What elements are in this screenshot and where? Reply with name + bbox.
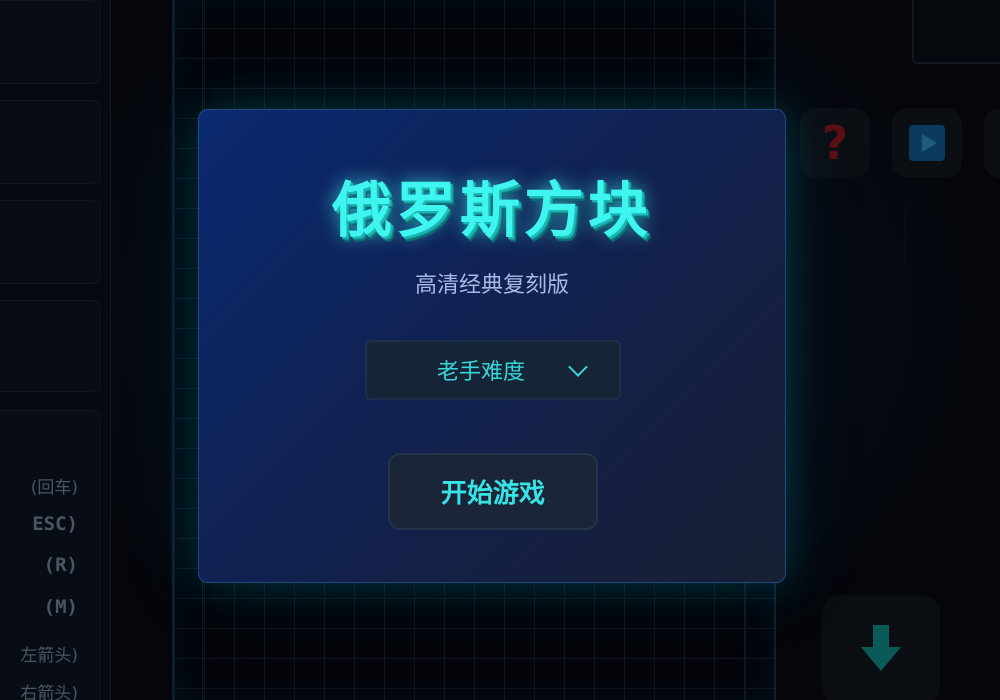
help-button[interactable]: ? bbox=[800, 108, 870, 178]
score-box bbox=[0, 0, 101, 84]
chevron-down-icon bbox=[568, 357, 588, 377]
hint-enter: (回车) bbox=[30, 478, 78, 498]
arrow-down-icon bbox=[861, 625, 901, 675]
hint-left: 左箭头) bbox=[20, 646, 78, 666]
lines-box bbox=[0, 200, 101, 284]
game-subtitle: 高清经典复刻版 bbox=[414, 273, 569, 298]
side-button[interactable] bbox=[984, 108, 1000, 178]
hint-esc: ESC) bbox=[32, 513, 78, 535]
question-mark-icon: ? bbox=[821, 116, 849, 170]
difficulty-selected-value: 老手难度 bbox=[437, 360, 526, 385]
play-icon bbox=[909, 125, 945, 161]
level-box bbox=[0, 100, 101, 184]
start-modal: 俄罗斯方块 高清经典复刻版 老手难度 开始游戏 bbox=[198, 109, 786, 583]
hint-right: 右箭头) bbox=[20, 684, 78, 700]
controls-box: (回车) ESC) (R) (M) 左箭头) 右箭头) bbox=[0, 410, 101, 700]
hint-mute: (M) bbox=[43, 596, 78, 618]
right-panel-outline bbox=[905, 200, 1000, 270]
left-info-panel: (回车) ESC) (R) (M) 左箭头) 右箭头) bbox=[0, 0, 111, 700]
start-game-button[interactable]: 开始游戏 bbox=[388, 453, 598, 530]
next-piece-preview bbox=[912, 0, 1000, 64]
difficulty-select[interactable]: 老手难度 bbox=[365, 340, 621, 400]
game-screen: (回车) ESC) (R) (M) 左箭头) 右箭头) ? 俄罗斯方块 高清经典… bbox=[0, 0, 1000, 700]
drop-button[interactable] bbox=[822, 595, 940, 700]
hint-restart: (R) bbox=[43, 554, 78, 576]
game-title: 俄罗斯方块 bbox=[332, 176, 652, 246]
play-button[interactable] bbox=[892, 108, 962, 178]
controls-hints: (回车) ESC) (R) (M) 左箭头) 右箭头) bbox=[0, 411, 78, 700]
stats-box bbox=[0, 300, 101, 392]
